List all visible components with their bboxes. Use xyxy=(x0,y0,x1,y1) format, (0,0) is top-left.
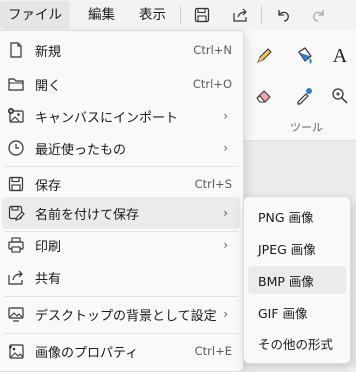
menu-item-label: 開く xyxy=(35,78,62,94)
chevron-right-icon: › xyxy=(223,206,228,220)
fill-bucket-icon[interactable] xyxy=(290,42,318,70)
open-folder-icon xyxy=(7,75,25,93)
menu-item-label: 画像のプロパティ xyxy=(35,345,139,361)
tab-view[interactable]: 表示 xyxy=(131,1,174,29)
print-icon xyxy=(7,236,25,254)
menu-item-label: 共有 xyxy=(35,271,62,287)
recent-clock-icon xyxy=(7,139,25,157)
share-icon[interactable] xyxy=(225,1,255,29)
submenu-item-bmp[interactable]: BMP 画像 xyxy=(248,266,346,294)
chevron-right-icon: › xyxy=(223,307,228,321)
tab-file[interactable]: ファイル xyxy=(0,1,70,29)
submenu-item-gif[interactable]: GIF 画像 xyxy=(248,298,346,326)
chevron-right-icon: › xyxy=(223,109,228,123)
menu-item-label: デスクトップの背景として設定 xyxy=(35,308,217,324)
desktop-background-icon xyxy=(7,305,25,323)
import-image-icon xyxy=(7,107,25,125)
submenu-item-jpeg[interactable]: JPEG 画像 xyxy=(248,234,346,262)
submenu-item-label: その他の形式 xyxy=(258,336,334,352)
menu-item-shortcut: Ctrl+N xyxy=(193,43,232,57)
menu-item-save[interactable]: 保存 Ctrl+S xyxy=(2,168,240,200)
save-icon[interactable] xyxy=(187,1,217,29)
chevron-right-icon: › xyxy=(223,141,228,155)
submenu-item-other-formats[interactable]: その他の形式 xyxy=(248,329,346,357)
menu-item-new[interactable]: 新規 Ctrl+N xyxy=(2,34,240,66)
menu-item-set-desktop-background[interactable]: デスクトップの背景として設定 › xyxy=(2,298,240,330)
pencil-icon[interactable] xyxy=(250,42,278,70)
tools-group-label: ツール xyxy=(290,121,323,134)
menu-item-label: 最近使ったもの xyxy=(35,142,127,158)
color-picker-icon[interactable] xyxy=(290,82,318,110)
menu-item-open[interactable]: 開く Ctrl+O xyxy=(2,68,240,100)
menubar-divider xyxy=(261,6,262,24)
menu-item-shortcut: Ctrl+S xyxy=(194,177,232,191)
chevron-right-icon: › xyxy=(223,238,228,252)
submenu-item-label: JPEG 画像 xyxy=(258,241,316,257)
menu-item-label: 新規 xyxy=(35,44,62,60)
menu-item-import-to-canvas[interactable]: キャンバスにインポート › xyxy=(2,100,240,132)
tab-edit[interactable]: 編集 xyxy=(80,1,123,29)
submenu-item-label: BMP 画像 xyxy=(258,273,314,289)
menu-item-image-properties[interactable]: 画像のプロパティ Ctrl+E xyxy=(2,335,240,367)
menu-divider xyxy=(4,296,238,297)
menu-item-recent[interactable]: 最近使ったもの › xyxy=(2,132,240,164)
menu-bar: ファイル 編集 表示 xyxy=(0,0,356,30)
share-icon xyxy=(7,268,25,286)
submenu-item-label: PNG 画像 xyxy=(258,209,314,225)
menu-item-label: 保存 xyxy=(35,178,62,194)
file-menu: 新規 Ctrl+N 開く Ctrl+O キャンバスにインポート › 最近使ったも… xyxy=(0,30,244,372)
text-icon[interactable]: A xyxy=(326,42,354,70)
menu-item-shortcut: Ctrl+O xyxy=(192,77,232,91)
image-properties-icon xyxy=(7,342,25,360)
submenu-item-png[interactable]: PNG 画像 xyxy=(248,202,346,230)
redo-icon[interactable] xyxy=(304,1,334,29)
save-as-submenu: PNG 画像 JPEG 画像 BMP 画像 GIF 画像 その他の形式 xyxy=(243,196,351,364)
menu-divider xyxy=(4,333,238,334)
menu-item-print[interactable]: 印刷 › xyxy=(2,229,240,261)
eraser-icon[interactable] xyxy=(250,82,278,110)
menu-item-share[interactable]: 共有 xyxy=(2,261,240,293)
undo-icon[interactable] xyxy=(268,1,298,29)
submenu-item-label: GIF 画像 xyxy=(258,305,308,321)
menu-item-shortcut: Ctrl+E xyxy=(194,344,232,358)
save-as-icon xyxy=(7,204,25,222)
menu-item-save-as[interactable]: 名前を付けて保存 › xyxy=(2,197,240,229)
menu-item-label: 名前を付けて保存 xyxy=(35,207,140,223)
new-file-icon xyxy=(7,41,25,59)
magnifier-icon[interactable] xyxy=(326,82,354,110)
menubar-divider xyxy=(180,6,181,24)
save-icon xyxy=(7,175,25,193)
menu-divider xyxy=(4,166,238,167)
menu-item-label: キャンバスにインポート xyxy=(35,110,179,126)
menu-item-label: 印刷 xyxy=(35,239,62,255)
